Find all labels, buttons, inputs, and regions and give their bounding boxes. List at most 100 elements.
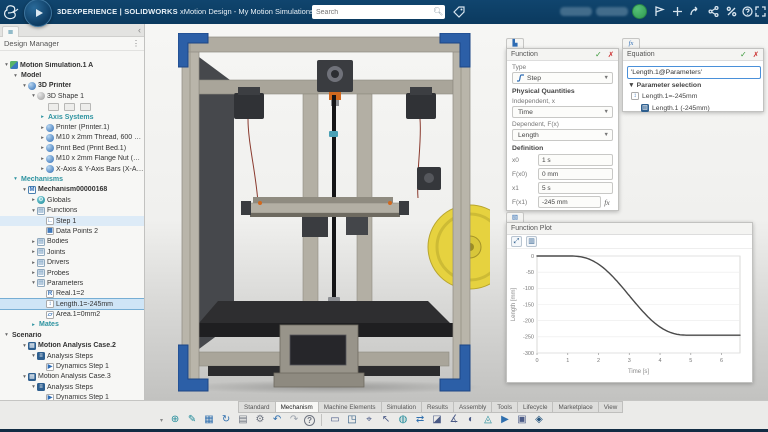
printer-3d-model[interactable]	[178, 33, 490, 393]
search-icon[interactable]: 🔍︎	[433, 5, 445, 19]
tree-item-probes[interactable]: ▸▤Probes	[0, 268, 144, 278]
cancel-icon[interactable]: ✗	[753, 50, 759, 59]
material-sphere-icon[interactable]: ◍	[396, 413, 410, 427]
tree-collapse-arrow[interactable]: ▸	[39, 114, 46, 120]
animation-play-icon[interactable]: ▶	[498, 413, 512, 427]
component-chip[interactable]	[80, 103, 91, 111]
tree-expand-arrow[interactable]: ▾	[12, 73, 19, 79]
tree-item-motion-simulation-1-a[interactable]: ▾Motion Simulation.1 A	[0, 60, 144, 70]
3ds-logo[interactable]	[3, 4, 21, 20]
tree-expand-arrow[interactable]: ▾	[30, 384, 37, 390]
add-content-icon[interactable]: ⊕	[168, 413, 182, 427]
independent-select[interactable]: Time▼	[512, 106, 613, 118]
help-icon[interactable]: ?	[304, 415, 315, 426]
tag-icon[interactable]	[452, 5, 466, 19]
3dexperience-compass[interactable]	[24, 0, 52, 27]
tree-item-3d-printer[interactable]: ▾3D Printer	[0, 81, 144, 91]
view-cube-icon[interactable]: ◳	[345, 413, 359, 427]
tree-item-analysis-steps[interactable]: ▾≡Analysis Steps	[0, 382, 144, 392]
tree-collapse-arrow[interactable]: ▸	[30, 270, 37, 276]
tree-item-scenario[interactable]: ▾Scenario	[0, 330, 144, 340]
fit-view-icon[interactable]: ▭	[328, 413, 342, 427]
tree-item-dynamics-step-1[interactable]: ▶Dynamics Step 1	[0, 393, 144, 401]
fullscreen-icon[interactable]	[753, 4, 768, 19]
save-icon[interactable]: ▦	[202, 413, 216, 427]
expand-plot-icon[interactable]: ⤢	[511, 236, 522, 247]
tree-expand-arrow[interactable]: ▾	[30, 208, 37, 214]
component-chip[interactable]	[64, 103, 75, 111]
plot-tab[interactable]: ▧	[506, 212, 524, 222]
explode-view-icon[interactable]: ◬	[481, 413, 495, 427]
tree-collapse-arrow[interactable]: ▸	[30, 260, 37, 266]
tree-item-joints[interactable]: ▸▤Joints	[0, 247, 144, 257]
type-select[interactable]: Step▼	[512, 72, 613, 84]
tree-expand-arrow[interactable]: ▾	[3, 332, 10, 338]
tree-collapse-arrow[interactable]: ▸	[30, 239, 37, 245]
tree-expand-arrow[interactable]: ▾	[21, 187, 28, 193]
tree-view-tab[interactable]: ≣	[2, 26, 19, 37]
tree-expand-arrow[interactable]: ▾	[30, 353, 37, 359]
tree-item-real-1-2[interactable]: RReal.1=2	[0, 289, 144, 299]
tree-item-data-points-2[interactable]: ▦Data Points 2	[0, 226, 144, 236]
dependent-select[interactable]: Length▼	[512, 129, 613, 141]
cancel-icon[interactable]: ✗	[608, 50, 614, 59]
equation-tab[interactable]: fx	[622, 38, 640, 48]
tree-collapse-arrow[interactable]: ▸	[30, 197, 37, 203]
tree-item-analysis-steps[interactable]: ▾≡Analysis Steps	[0, 351, 144, 361]
tree-item-functions[interactable]: ▾▤Functions	[0, 205, 144, 215]
settings-icon[interactable]: ⚙	[253, 413, 267, 427]
expression-input[interactable]	[627, 66, 761, 79]
tree-item-x-axis-y-axis-bars-x-axis-y-axis[interactable]: ▸X-Axis & Y-Axis Bars (X-Axis & Y-Axis..…	[0, 164, 144, 174]
tree-item-m10-x-2mm-thread-600-mm-lang[interactable]: ▸M10 x 2mm Thread, 600 mm Lang...	[0, 133, 144, 143]
function-tab[interactable]: ▙	[506, 38, 524, 48]
tree-expand-arrow[interactable]: ▾	[30, 93, 37, 99]
tab-lifecycle[interactable]: Lifecycle	[518, 401, 554, 413]
add-icon[interactable]	[670, 4, 685, 19]
tree-collapse-arrow[interactable]: ▸	[39, 135, 46, 141]
tree-collapse-arrow[interactable]: ▸	[39, 125, 46, 131]
toolbar-overflow-icon[interactable]: ▾	[160, 417, 163, 424]
camera-view-icon[interactable]: ▣	[515, 413, 529, 427]
axis-system-icon[interactable]: ⌖	[362, 413, 376, 427]
collaboration-tools-icon[interactable]	[724, 4, 739, 19]
tab-view[interactable]: View	[599, 401, 624, 413]
tree-item-dynamics-step-1[interactable]: ▶Dynamics Step 1	[0, 361, 144, 371]
tree-item-motion-analysis-case-3[interactable]: ▾▦Motion Analysis Case.3	[0, 372, 144, 382]
section-view-icon[interactable]: ◪	[430, 413, 444, 427]
tree-item-m10-x-2mm-flange-nut-m10-x-2mm[interactable]: ▸M10 x 2mm Flange Nut (M10 x 2mm...	[0, 154, 144, 164]
tree-expand-arrow[interactable]: ▾	[12, 176, 19, 182]
tree-item-parameters[interactable]: ▾▤Parameters	[0, 278, 144, 288]
tree-item-drivers[interactable]: ▸▤Drivers	[0, 257, 144, 267]
import-export-icon[interactable]: ▤	[236, 413, 250, 427]
parameter-item-length-1-245mm[interactable]: ↕Length.1=-245mm	[631, 90, 763, 102]
panel-menu-icon[interactable]: ⋮	[132, 39, 140, 48]
avatar[interactable]	[632, 4, 647, 19]
tab-tools[interactable]: Tools	[492, 401, 518, 413]
component-chip[interactable]	[48, 103, 59, 111]
tab-simulation[interactable]: Simulation	[382, 401, 422, 413]
collapse-panel-icon[interactable]: ‹	[138, 25, 141, 35]
display-style-icon[interactable]: ◐	[464, 413, 478, 427]
tab-standard[interactable]: Standard	[238, 401, 276, 413]
export-plot-icon[interactable]: ▥	[526, 236, 537, 247]
tab-results[interactable]: Results	[422, 401, 454, 413]
tree-item-print-bed-print-bed-1[interactable]: ▸Print Bed (Print Bed.1)	[0, 143, 144, 153]
field-input-f-x1[interactable]: -245 mm	[538, 196, 601, 208]
tree-collapse-arrow[interactable]: ▸	[39, 166, 46, 172]
parameter-item-length-1-245mm[interactable]: ▥Length.1 (-245mm)	[641, 102, 763, 114]
search-box[interactable]: 🔍︎	[312, 5, 445, 19]
tree-expand-arrow[interactable]: ▾	[21, 343, 28, 349]
flag-icon[interactable]	[652, 4, 667, 19]
tree-collapse-arrow[interactable]: ▸	[30, 249, 37, 255]
confirm-icon[interactable]: ✓	[595, 50, 602, 59]
tree-item-axis-systems[interactable]: ▸Axis Systems	[0, 112, 144, 122]
tree-item-mechanism00000168[interactable]: ▾MMechanism00000168	[0, 185, 144, 195]
tree-expand-arrow[interactable]: ▾	[21, 83, 28, 89]
edit-content-icon[interactable]: ✎	[185, 413, 199, 427]
tree-item-model[interactable]: ▾Model	[0, 70, 144, 80]
tab-mechanism[interactable]: Mechanism	[276, 401, 319, 413]
tree-item-mates[interactable]: ▸Mates	[0, 320, 144, 330]
field-input-x0[interactable]: 1 s	[538, 154, 613, 166]
tree-item-bodies[interactable]: ▸▤Bodies	[0, 237, 144, 247]
tab-marketplace[interactable]: Marketplace	[553, 401, 598, 413]
